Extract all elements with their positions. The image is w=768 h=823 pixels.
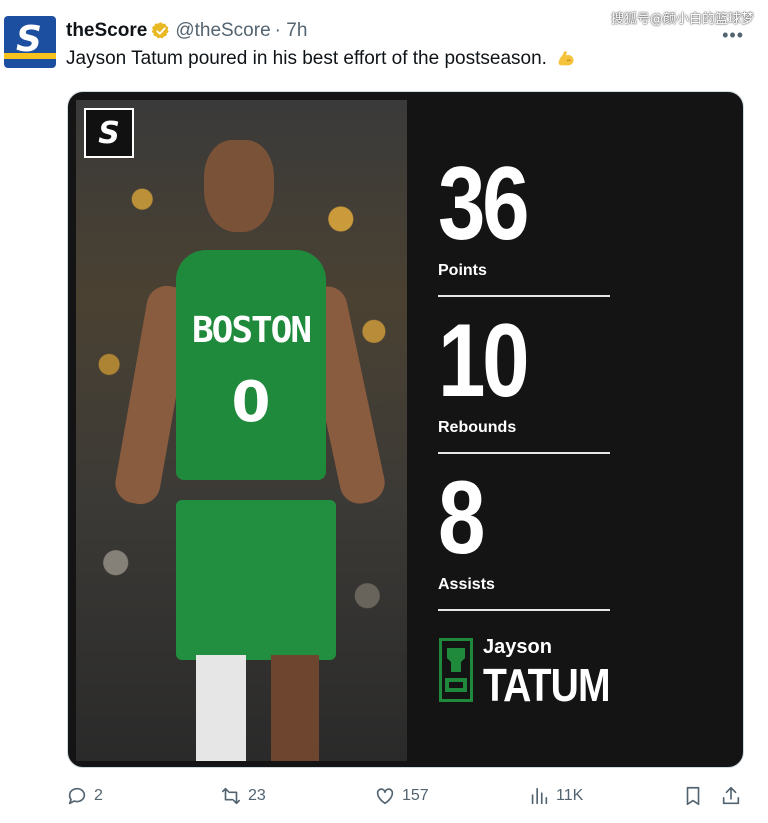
- verified-badge-icon: [151, 21, 171, 41]
- reply-count: 2: [94, 787, 103, 804]
- views-count: 11K: [556, 787, 584, 804]
- stat-label: Assists: [438, 576, 495, 593]
- stat-divider: [438, 452, 610, 454]
- tweet-card: S theScore @theScore · 7h ••• Jayson Tat…: [0, 0, 768, 823]
- stat-divider: [438, 295, 610, 297]
- celtics-logo-icon: [439, 638, 473, 702]
- tweet-body: Jayson Tatum poured in his best effort o…: [66, 48, 547, 69]
- author-avatar[interactable]: S: [4, 16, 56, 68]
- reply-button[interactable]: 2: [66, 785, 103, 807]
- views-button[interactable]: 11K: [528, 785, 583, 807]
- stat-points: 36 Points: [438, 152, 610, 309]
- tweet-actions: 2 23 157 11K: [66, 785, 756, 813]
- bookmark-icon: [686, 786, 700, 806]
- bookmark-button[interactable]: [682, 785, 710, 807]
- retweet-button[interactable]: 23: [220, 785, 266, 807]
- stat-assists: 8 Assists: [438, 466, 610, 623]
- stat-label: Rebounds: [438, 419, 517, 436]
- player-first-name: Jayson: [483, 636, 552, 658]
- stats-panel: 36 Points 10 Rebounds 8 Assists: [438, 152, 610, 623]
- stat-divider: [438, 609, 610, 611]
- reply-icon: [68, 787, 86, 805]
- player-name-block: Jayson TATUM: [439, 632, 639, 711]
- retweet-icon: [221, 787, 241, 805]
- player-shorts: [176, 500, 336, 660]
- player-jersey: BOSTON 0: [176, 250, 326, 480]
- tweet-header: theScore @theScore · 7h: [66, 19, 307, 43]
- stat-value: 8: [438, 460, 485, 576]
- jersey-text: BOSTON: [191, 310, 312, 351]
- player-last-name: TATUM: [483, 659, 611, 711]
- stat-label: Points: [438, 262, 487, 279]
- stat-value: 10: [438, 303, 530, 419]
- flexed-biceps-emoji-icon: [555, 48, 577, 70]
- thescore-logo-icon: S: [84, 108, 134, 158]
- jersey-number: 0: [231, 370, 271, 435]
- player-left-leg: [196, 655, 246, 761]
- player-photo: BOSTON 0 S: [76, 100, 407, 761]
- views-chart-icon: [531, 787, 548, 805]
- heart-icon: [376, 788, 394, 805]
- stat-rebounds: 10 Rebounds: [438, 309, 610, 466]
- tweet-text: Jayson Tatum poured in his best effort o…: [66, 48, 577, 70]
- retweet-count: 23: [248, 787, 266, 804]
- share-icon: [722, 786, 740, 805]
- avatar-logo-letter: S: [16, 19, 42, 60]
- share-button[interactable]: [720, 785, 748, 807]
- tweet-media-image[interactable]: BOSTON 0 S 36 Points 10 Rebounds 8 Assis…: [67, 91, 744, 768]
- player-right-leg: [271, 655, 319, 761]
- player-head: [204, 140, 274, 232]
- more-options-icon[interactable]: •••: [722, 25, 744, 46]
- author-name[interactable]: theScore: [66, 20, 147, 42]
- author-handle[interactable]: @theScore: [175, 20, 270, 42]
- stat-value: 36: [438, 146, 530, 262]
- tweet-time[interactable]: · 7h: [275, 20, 308, 42]
- like-count: 157: [402, 787, 429, 804]
- like-button[interactable]: 157: [374, 785, 429, 807]
